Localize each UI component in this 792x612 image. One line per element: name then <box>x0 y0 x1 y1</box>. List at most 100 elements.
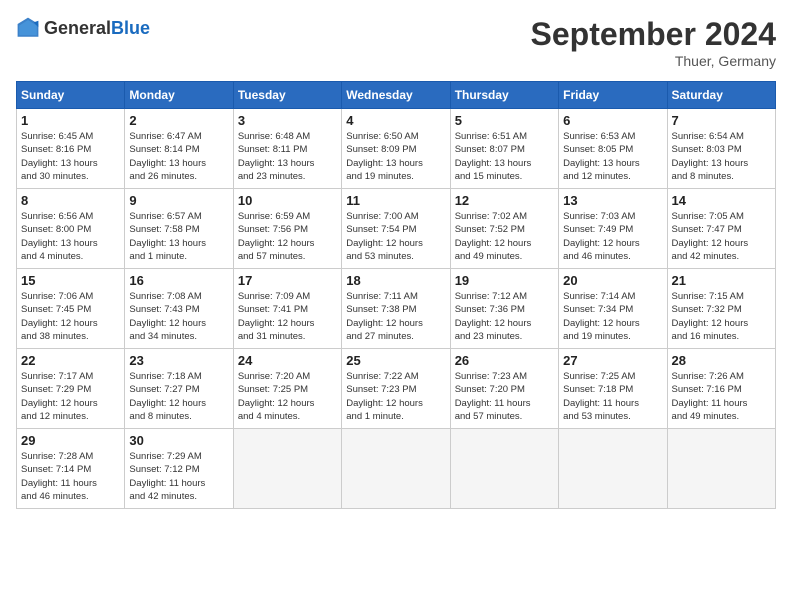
column-header-thursday: Thursday <box>450 82 558 109</box>
day-cell: 25Sunrise: 7:22 AM Sunset: 7:23 PM Dayli… <box>342 349 450 429</box>
day-cell <box>450 429 558 509</box>
day-cell: 2 Sunrise: 6:47 AM Sunset: 8:14 PM Daylig… <box>125 109 233 189</box>
day-number: 1 <box>21 113 120 128</box>
day-cell: 7 Sunrise: 6:54 AM Sunset: 8:03 PM Daylig… <box>667 109 775 189</box>
day-cell: 24 Sunrise: 7:20 AM Sunset: 7:25 PM Dayli… <box>233 349 341 429</box>
day-info: Sunrise: 7:20 AM Sunset: 7:25 PM Dayligh… <box>238 370 337 423</box>
column-header-friday: Friday <box>559 82 667 109</box>
day-cell: 19 Sunrise: 7:12 AM Sunset: 7:36 PM Dayli… <box>450 269 558 349</box>
day-number: 29 <box>21 433 120 448</box>
day-cell: 22Sunrise: 7:17 AM Sunset: 7:29 PM Dayli… <box>17 349 125 429</box>
day-number: 24 <box>238 353 337 368</box>
day-cell: 5 Sunrise: 6:51 AM Sunset: 8:07 PM Daylig… <box>450 109 558 189</box>
day-info: Sunrise: 6:57 AM Sunset: 7:58 PM Dayligh… <box>129 210 228 263</box>
day-info: Sunrise: 7:18 AM Sunset: 7:27 PM Dayligh… <box>129 370 228 423</box>
day-info: Sunrise: 7:26 AM Sunset: 7:16 PM Dayligh… <box>672 370 771 423</box>
day-number: 9 <box>129 193 228 208</box>
location: Thuer, Germany <box>531 53 776 69</box>
day-info: Sunrise: 6:47 AM Sunset: 8:14 PM Dayligh… <box>129 130 228 183</box>
day-info: Sunrise: 6:56 AM Sunset: 8:00 PM Dayligh… <box>21 210 120 263</box>
day-number: 5 <box>455 113 554 128</box>
day-info: Sunrise: 7:02 AM Sunset: 7:52 PM Dayligh… <box>455 210 554 263</box>
day-cell: 15 Sunrise: 7:06 AM Sunset: 7:45 PM Dayli… <box>17 269 125 349</box>
title-block: September 2024 Thuer, Germany <box>531 16 776 69</box>
day-number: 13 <box>563 193 662 208</box>
week-row-1: 1 Sunrise: 6:45 AM Sunset: 8:16 PM Daylig… <box>17 109 776 189</box>
day-info: Sunrise: 6:59 AM Sunset: 7:56 PM Dayligh… <box>238 210 337 263</box>
day-cell: 23Sunrise: 7:18 AM Sunset: 7:27 PM Dayli… <box>125 349 233 429</box>
day-info: Sunrise: 7:23 AM Sunset: 7:20 PM Dayligh… <box>455 370 554 423</box>
day-info: Sunrise: 7:06 AM Sunset: 7:45 PM Dayligh… <box>21 290 120 343</box>
day-info: Sunrise: 7:05 AM Sunset: 7:47 PM Dayligh… <box>672 210 771 263</box>
logo-text: GeneralBlue <box>44 18 150 39</box>
day-info: Sunrise: 7:08 AM Sunset: 7:43 PM Dayligh… <box>129 290 228 343</box>
day-cell: 12 Sunrise: 7:02 AM Sunset: 7:52 PM Dayli… <box>450 189 558 269</box>
day-info: Sunrise: 6:51 AM Sunset: 8:07 PM Dayligh… <box>455 130 554 183</box>
day-cell <box>559 429 667 509</box>
column-header-wednesday: Wednesday <box>342 82 450 109</box>
logo-icon <box>16 16 40 40</box>
day-number: 3 <box>238 113 337 128</box>
day-number: 15 <box>21 273 120 288</box>
day-number: 12 <box>455 193 554 208</box>
day-number: 28 <box>672 353 771 368</box>
day-number: 18 <box>346 273 445 288</box>
day-cell: 6 Sunrise: 6:53 AM Sunset: 8:05 PM Daylig… <box>559 109 667 189</box>
day-info: Sunrise: 7:15 AM Sunset: 7:32 PM Dayligh… <box>672 290 771 343</box>
day-info: Sunrise: 7:28 AM Sunset: 7:14 PM Dayligh… <box>21 450 120 503</box>
column-header-saturday: Saturday <box>667 82 775 109</box>
day-cell <box>667 429 775 509</box>
day-number: 26 <box>455 353 554 368</box>
day-info: Sunrise: 6:54 AM Sunset: 8:03 PM Dayligh… <box>672 130 771 183</box>
week-row-5: 29 Sunrise: 7:28 AM Sunset: 7:14 PM Dayli… <box>17 429 776 509</box>
day-info: Sunrise: 7:29 AM Sunset: 7:12 PM Dayligh… <box>129 450 228 503</box>
day-cell: 28 Sunrise: 7:26 AM Sunset: 7:16 PM Dayli… <box>667 349 775 429</box>
day-info: Sunrise: 7:00 AM Sunset: 7:54 PM Dayligh… <box>346 210 445 263</box>
header-row: SundayMondayTuesdayWednesdayThursdayFrid… <box>17 82 776 109</box>
day-info: Sunrise: 6:48 AM Sunset: 8:11 PM Dayligh… <box>238 130 337 183</box>
day-cell: 11Sunrise: 7:00 AM Sunset: 7:54 PM Dayli… <box>342 189 450 269</box>
logo-general: General <box>44 18 111 38</box>
day-info: Sunrise: 7:11 AM Sunset: 7:38 PM Dayligh… <box>346 290 445 343</box>
day-cell: 10Sunrise: 6:59 AM Sunset: 7:56 PM Dayli… <box>233 189 341 269</box>
day-number: 2 <box>129 113 228 128</box>
calendar-table: SundayMondayTuesdayWednesdayThursdayFrid… <box>16 81 776 509</box>
day-cell: 29 Sunrise: 7:28 AM Sunset: 7:14 PM Dayli… <box>17 429 125 509</box>
day-number: 7 <box>672 113 771 128</box>
day-cell <box>342 429 450 509</box>
week-row-4: 22Sunrise: 7:17 AM Sunset: 7:29 PM Dayli… <box>17 349 776 429</box>
day-info: Sunrise: 6:53 AM Sunset: 8:05 PM Dayligh… <box>563 130 662 183</box>
day-cell <box>233 429 341 509</box>
day-number: 30 <box>129 433 228 448</box>
day-cell: 4Sunrise: 6:50 AM Sunset: 8:09 PM Daylig… <box>342 109 450 189</box>
day-cell: 17Sunrise: 7:09 AM Sunset: 7:41 PM Dayli… <box>233 269 341 349</box>
day-number: 8 <box>21 193 120 208</box>
day-cell: 1 Sunrise: 6:45 AM Sunset: 8:16 PM Daylig… <box>17 109 125 189</box>
day-cell: 3 Sunrise: 6:48 AM Sunset: 8:11 PM Daylig… <box>233 109 341 189</box>
page-header: GeneralBlue September 2024 Thuer, German… <box>16 16 776 69</box>
day-number: 20 <box>563 273 662 288</box>
week-row-3: 15 Sunrise: 7:06 AM Sunset: 7:45 PM Dayli… <box>17 269 776 349</box>
day-cell: 14 Sunrise: 7:05 AM Sunset: 7:47 PM Dayli… <box>667 189 775 269</box>
logo-blue: Blue <box>111 18 150 38</box>
day-number: 6 <box>563 113 662 128</box>
day-info: Sunrise: 6:50 AM Sunset: 8:09 PM Dayligh… <box>346 130 445 183</box>
day-number: 22 <box>21 353 120 368</box>
month-year: September 2024 <box>531 16 776 53</box>
day-number: 14 <box>672 193 771 208</box>
day-cell: 30 Sunrise: 7:29 AM Sunset: 7:12 PM Dayli… <box>125 429 233 509</box>
column-header-tuesday: Tuesday <box>233 82 341 109</box>
day-number: 25 <box>346 353 445 368</box>
logo: GeneralBlue <box>16 16 150 40</box>
day-cell: 27Sunrise: 7:25 AM Sunset: 7:18 PM Dayli… <box>559 349 667 429</box>
day-info: Sunrise: 7:12 AM Sunset: 7:36 PM Dayligh… <box>455 290 554 343</box>
week-row-2: 8 Sunrise: 6:56 AM Sunset: 8:00 PM Daylig… <box>17 189 776 269</box>
day-info: Sunrise: 6:45 AM Sunset: 8:16 PM Dayligh… <box>21 130 120 183</box>
day-cell: 21Sunrise: 7:15 AM Sunset: 7:32 PM Dayli… <box>667 269 775 349</box>
day-number: 19 <box>455 273 554 288</box>
day-number: 17 <box>238 273 337 288</box>
day-number: 27 <box>563 353 662 368</box>
column-header-sunday: Sunday <box>17 82 125 109</box>
day-cell: 9 Sunrise: 6:57 AM Sunset: 7:58 PM Daylig… <box>125 189 233 269</box>
day-cell: 16Sunrise: 7:08 AM Sunset: 7:43 PM Dayli… <box>125 269 233 349</box>
